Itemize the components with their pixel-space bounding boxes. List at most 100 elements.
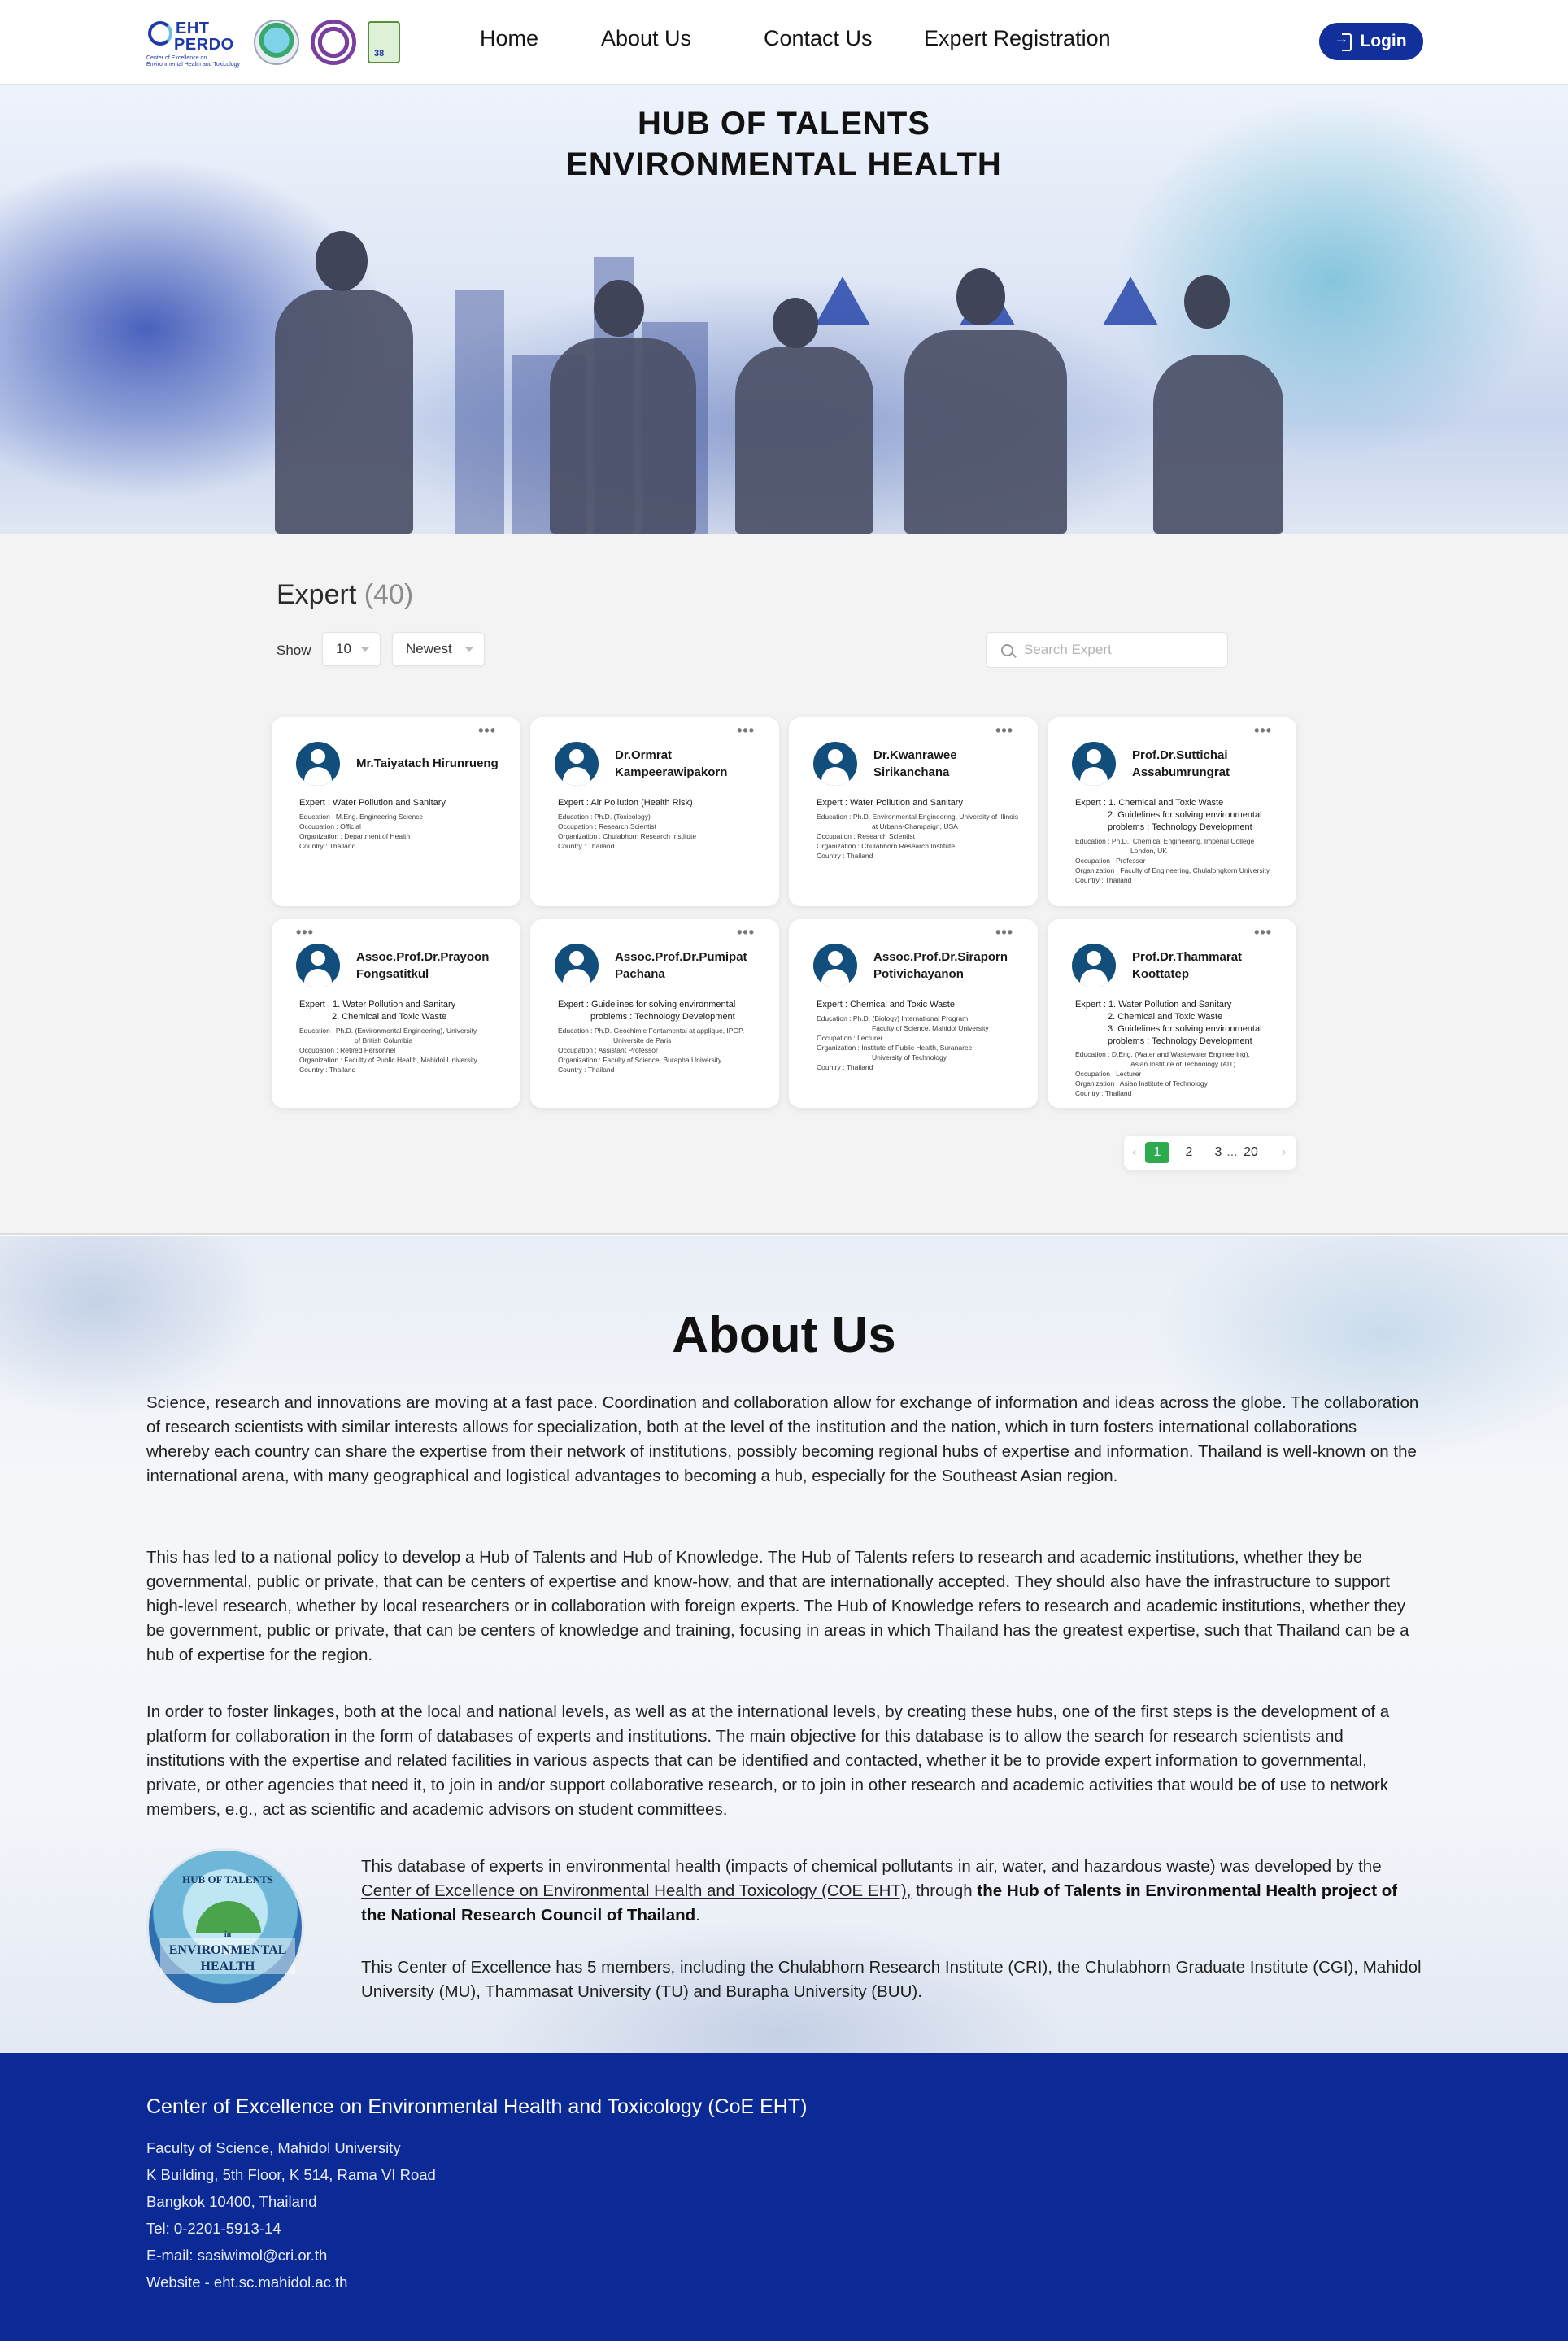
meta-education-cont: at Urbana-Champaign, USA	[872, 822, 958, 830]
search-icon	[1001, 644, 1013, 656]
login-icon	[1334, 30, 1352, 51]
more-options-icon[interactable]: •••	[1254, 722, 1272, 739]
meta-education-cont: Asian Institute of Technology (AIT)	[1130, 1060, 1236, 1068]
expert-card[interactable]: ••• Prof.Dr.Suttichai Assabumrungrat Exp…	[1048, 717, 1296, 906]
nav-contact-us[interactable]: Contact Us	[764, 26, 873, 51]
meta-education: Education : Ph.D. (Biology) Internationa…	[817, 1014, 970, 1022]
nav-about-us[interactable]: About Us	[601, 26, 691, 51]
meta-organization: Organization : Faculty of Engineering, C…	[1075, 866, 1270, 874]
logo-text: ENVIRONMENTAL	[168, 1943, 287, 1957]
expert-card[interactable]: ••• Dr.Ormrat Kampeerawipakorn Expert : …	[530, 717, 779, 906]
logo-text-perdo: PERDO	[174, 36, 234, 54]
silhouette-head	[1184, 275, 1230, 329]
footer-website[interactable]: Website - eht.sc.mahidol.ac.th	[146, 2273, 347, 2291]
expert-card[interactable]: ••• Dr.Kwanrawee Sirikanchana Expert : W…	[789, 717, 1038, 906]
expert-name: Assoc.Prof.Dr.Prayoon Fongsatitkul	[356, 950, 490, 981]
expert-field-line: Expert : Guidelines for solving environm…	[558, 1000, 736, 1009]
expert-count: (40)	[364, 579, 414, 610]
page-20-button[interactable]: 20	[1241, 1142, 1261, 1163]
meta-country: Country : Thailand	[1075, 876, 1132, 884]
expert-field-line: Expert : Air Pollution (Health Risk)	[558, 798, 693, 808]
more-options-icon[interactable]: •••	[478, 722, 496, 739]
chevron-down-icon	[464, 647, 474, 652]
expert-meta: Education : Ph.D. (Toxicology) Occupatio…	[558, 812, 771, 851]
more-options-icon[interactable]: •••	[995, 924, 1013, 941]
logo-text: HUB OF TALENTS	[182, 1873, 273, 1885]
more-options-icon[interactable]: •••	[995, 722, 1013, 739]
expert-field-line: 3. Guidelines for solving environmental	[1108, 1024, 1262, 1034]
coe-eht-link[interactable]: Center of Excellence on Environmental He…	[361, 1881, 911, 1900]
footer-email[interactable]: E-mail: sasiwimol@cri.or.th	[146, 2247, 327, 2265]
expert-fields: Expert : Chemical and Toxic Waste	[817, 999, 1028, 1011]
meta-country: Country : Thailand	[817, 1063, 873, 1071]
expert-field-line: Expert : Water Pollution and Sanitary	[299, 798, 446, 808]
hazard-symbol-icon	[1103, 277, 1158, 325]
nav-home[interactable]: Home	[480, 26, 538, 51]
expert-field-line: Expert : Chemical and Toxic Waste	[817, 1000, 955, 1009]
expert-fields: Expert : 1. Water Pollution and Sanitary…	[299, 999, 511, 1023]
expert-card[interactable]: ••• Assoc.Prof.Dr.Siraporn Potivichayano…	[789, 919, 1038, 1108]
site-footer: Center of Excellence on Environmental He…	[0, 2053, 1568, 2341]
meta-country: Country : Thailand	[817, 852, 873, 860]
expert-field-line: Expert : 1. Water Pollution and Sanitary	[1075, 1000, 1232, 1009]
more-options-icon[interactable]: •••	[737, 924, 755, 941]
about-title: About Us	[672, 1307, 896, 1363]
page-2-button[interactable]: 2	[1181, 1142, 1197, 1163]
site-header: EHT PERDO Center of Excellence on Enviro…	[0, 0, 1568, 85]
login-button[interactable]: Login	[1319, 23, 1423, 60]
more-options-icon[interactable]: •••	[296, 924, 314, 941]
about-paragraph-2: This has led to a national policy to dev…	[146, 1548, 1409, 1664]
search-expert-input[interactable]	[1024, 642, 1211, 658]
expert-field-line: problems : Technology Development	[590, 1012, 735, 1022]
next-page-button[interactable]: ›	[1282, 1142, 1286, 1163]
hero-banner: HUB OF TALENTS ENVIRONMENTAL HEALTH	[0, 85, 1568, 534]
nav-expert-registration[interactable]: Expert Registration	[924, 26, 1111, 51]
expert-name: Dr.Kwanrawee Sirikanchana	[873, 748, 957, 779]
expert-fields: Expert : 1. Water Pollution and Sanitary…	[1075, 999, 1287, 1048]
expert-heading: Expert (40)	[277, 579, 413, 611]
expert-meta: Education : Ph.D. (Biology) Internationa…	[817, 1014, 1030, 1072]
avatar	[555, 944, 599, 987]
expert-card[interactable]: ••• Assoc.Prof.Dr.Prayoon Fongsatitkul E…	[272, 919, 520, 1108]
prev-page-button[interactable]: ‹	[1132, 1142, 1136, 1163]
meta-occupation: Occupation : Lecturer	[817, 1034, 883, 1042]
expert-card[interactable]: ••• Prof.Dr.Thammarat Koottatep Expert :…	[1048, 919, 1296, 1108]
footer-address-line: Faculty of Science, Mahidol University	[146, 2139, 401, 2156]
expert-name: Prof.Dr.Suttichai Assabumrungrat	[1132, 748, 1230, 779]
more-options-icon[interactable]: •••	[737, 722, 755, 739]
meta-education-cont: Faculty of Science, Mahidol University	[872, 1024, 989, 1032]
meta-organization: Organization : Faculty of Public Health,…	[299, 1056, 477, 1064]
meta-education-cont: of British Columbia	[355, 1036, 413, 1044]
meta-country: Country : Thailand	[558, 1066, 615, 1074]
hero-building	[455, 290, 504, 534]
expert-card[interactable]: ••• Assoc.Prof.Dr.Pumipat Pachana Expert…	[530, 919, 779, 1108]
show-label: Show	[277, 643, 311, 658]
meta-education: Education : Ph.D., Chemical Engineering,…	[1075, 837, 1255, 845]
sort-select[interactable]: Newest	[392, 632, 485, 666]
expert-meta: Education : Ph.D., Chemical Engineering,…	[1075, 836, 1288, 885]
meta-education: Education : Ph.D. (Environmental Enginee…	[299, 1027, 477, 1035]
page-1-button[interactable]: 1	[1145, 1142, 1169, 1163]
avatar	[813, 944, 857, 987]
meta-organization: Organization : Faculty of Science, Burap…	[558, 1056, 722, 1064]
avatar	[296, 944, 340, 987]
meta-occupation: Occupation : Professor	[1075, 857, 1146, 865]
logo-text: in	[224, 1930, 232, 1939]
avatar	[1072, 944, 1116, 987]
silhouette-person	[1153, 355, 1283, 534]
more-options-icon[interactable]: •••	[1254, 924, 1272, 941]
avatar	[1072, 742, 1116, 786]
page-3-button[interactable]: 3	[1210, 1142, 1226, 1163]
eht-perdo-logo[interactable]: EHT PERDO Center of Excellence on Enviro…	[146, 18, 242, 68]
meta-occupation: Occupation : Research Scientist	[558, 822, 656, 830]
meta-organization-cont: University of Technology	[872, 1053, 947, 1062]
expert-meta: Education : M.Eng. Engineering Science O…	[299, 812, 512, 851]
meta-organization: Organization : Institute of Public Healt…	[817, 1044, 973, 1052]
page-size-value: 10	[336, 641, 351, 656]
page-size-select[interactable]: 10	[322, 632, 381, 666]
silhouette-person	[275, 290, 413, 534]
expert-card[interactable]: ••• Mr.Taiyatach Hirunrueng Expert : Wat…	[272, 717, 520, 906]
expert-field-line: Expert : 1. Water Pollution and Sanitary	[299, 1000, 456, 1009]
silhouette-person	[735, 347, 873, 534]
expert-field-line: Expert : 1. Chemical and Toxic Waste	[1075, 798, 1224, 808]
